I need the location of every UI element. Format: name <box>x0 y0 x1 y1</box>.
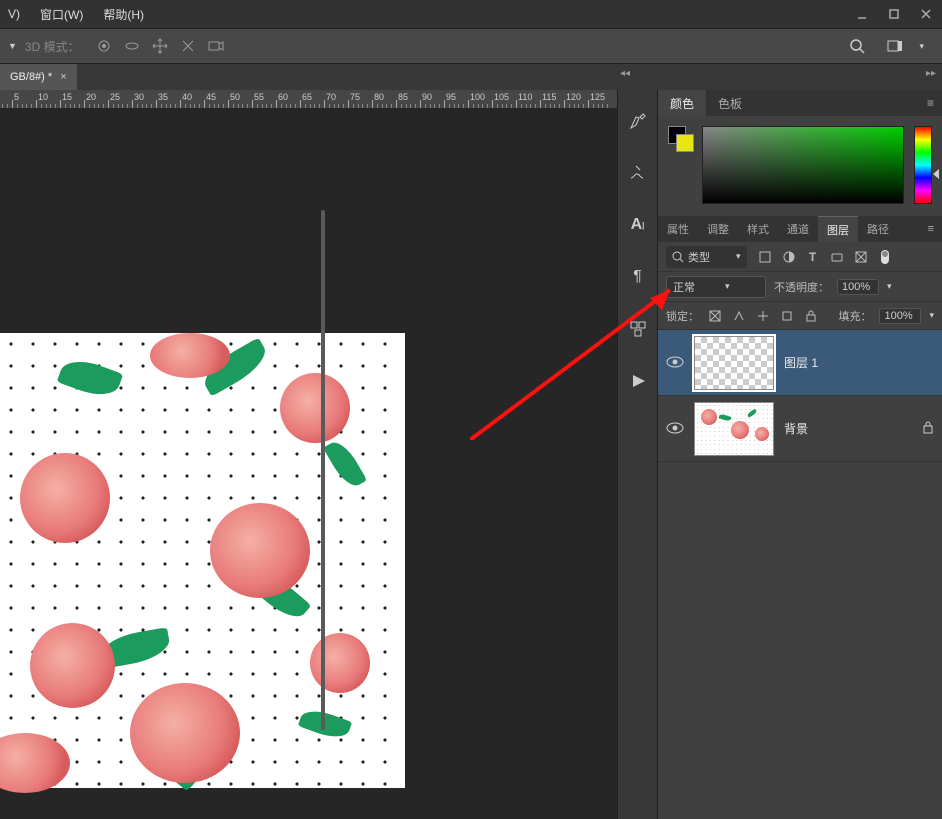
lock-paint-icon[interactable] <box>731 308 747 324</box>
lock-label: 锁定： <box>666 308 699 324</box>
filter-smart-icon[interactable] <box>853 249 869 265</box>
tool-preset-icon[interactable] <box>627 318 649 340</box>
layer-type-filter[interactable]: ▾ <box>666 246 747 268</box>
camera-icon[interactable] <box>206 36 226 56</box>
layer-name[interactable]: 图层 1 <box>784 354 818 371</box>
search-icon[interactable] <box>847 36 867 56</box>
document-tab[interactable]: GB/8#) * × <box>0 64 77 90</box>
menu-bar: V) 窗口(W) 帮助(H) <box>0 0 942 28</box>
blend-mode-select[interactable]: 正常 ▾ <box>666 276 766 298</box>
workspace-icon[interactable] <box>885 36 905 56</box>
panel-menu-icon[interactable]: ≡ <box>927 96 942 110</box>
layer-blend-bar: 正常 ▾ 不透明度： 100% ▾ <box>658 272 942 302</box>
rotate-icon[interactable] <box>122 36 142 56</box>
tab-close-icon[interactable]: × <box>60 71 66 83</box>
layer-lock-bar: 锁定： 填充： 100% ▾ <box>658 302 942 330</box>
color-panel-tabs: 颜色 色板 ≡ <box>658 90 942 116</box>
option-bar: ▼ 3D 模式： ▾ <box>0 28 942 64</box>
layer-row[interactable]: 图层 1 <box>658 330 942 396</box>
vertical-scrollbar[interactable] <box>321 210 325 730</box>
brush-settings-icon[interactable] <box>627 162 649 184</box>
panel-menu-icon[interactable]: ≡ <box>928 223 942 235</box>
character-panel-icon[interactable]: A| <box>627 214 649 236</box>
play-panel-icon[interactable] <box>627 370 649 392</box>
chevron-down-icon[interactable]: ▼ <box>8 41 17 51</box>
layers-list: 图层 1 背景 <box>658 330 942 819</box>
brush-panel-icon[interactable] <box>627 110 649 132</box>
collapse-arrows-icon[interactable]: ▸▸ <box>926 68 936 79</box>
paragraph-panel-icon[interactable]: ¶ <box>627 266 649 288</box>
maximize-button[interactable] <box>878 0 910 28</box>
right-panel: 颜色 色板 ≡ 属性 调整 样式 通道 图层 路径 ≡ <box>657 90 942 819</box>
collapse-arrows-icon[interactable]: ◂◂ <box>620 68 630 79</box>
opacity-label: 不透明度： <box>774 279 829 295</box>
fill-input[interactable]: 100% <box>879 308 921 324</box>
layer-filter-input[interactable] <box>688 251 732 263</box>
tab-layers[interactable]: 图层 <box>818 216 858 242</box>
orbit-icon[interactable] <box>94 36 114 56</box>
chevron-down-icon[interactable]: ▾ <box>887 281 892 292</box>
blend-mode-value: 正常 <box>673 279 695 295</box>
filter-toggle-icon[interactable] <box>877 249 893 265</box>
lock-all-icon[interactable] <box>803 308 819 324</box>
window-controls <box>846 0 942 28</box>
chevron-down-icon: ▾ <box>725 281 730 292</box>
tab-swatches[interactable]: 色板 <box>706 90 754 116</box>
canvas-area: 0510152025303540455055606570758085909510… <box>0 90 617 819</box>
canvas[interactable] <box>0 333 405 788</box>
visibility-toggle-icon[interactable] <box>666 421 684 437</box>
color-swatch[interactable] <box>668 126 692 150</box>
lock-icon <box>922 420 934 437</box>
layer-filter-icons: T <box>757 249 893 265</box>
workspace: 0510152025303540455055606570758085909510… <box>0 90 942 819</box>
pan-icon[interactable] <box>150 36 170 56</box>
hue-slider[interactable] <box>914 126 932 204</box>
mode3d-label: 3D 模式： <box>25 38 80 55</box>
menu-window[interactable]: 窗口(W) <box>40 6 83 23</box>
collapsed-panel: A| ¶ <box>617 90 657 819</box>
layer-panel-tabs: 属性 调整 样式 通道 图层 路径 ≡ <box>658 216 942 242</box>
canvas-image <box>0 333 405 788</box>
horizontal-ruler: 0510152025303540455055606570758085909510… <box>0 90 617 108</box>
tab-channels[interactable]: 通道 <box>778 216 818 242</box>
document-tab-bar: GB/8#) * × ◂◂ ▸▸ <box>0 64 942 90</box>
chevron-down-icon[interactable]: ▾ <box>919 41 924 52</box>
visibility-toggle-icon[interactable] <box>666 355 684 371</box>
chevron-down-icon[interactable]: ▾ <box>736 251 741 262</box>
layer-thumbnail[interactable] <box>694 402 774 456</box>
filter-adjust-icon[interactable] <box>781 249 797 265</box>
filter-type-icon[interactable]: T <box>805 249 821 265</box>
color-picker <box>658 116 942 216</box>
filter-shape-icon[interactable] <box>829 249 845 265</box>
lock-position-icon[interactable] <box>755 308 771 324</box>
tab-color[interactable]: 颜色 <box>658 90 706 116</box>
chevron-down-icon[interactable]: ▾ <box>929 310 934 321</box>
filter-pixel-icon[interactable] <box>757 249 773 265</box>
color-field[interactable] <box>702 126 904 204</box>
hue-marker-icon[interactable] <box>933 169 939 179</box>
layer-filter-bar: ▾ T <box>658 242 942 272</box>
menu-help[interactable]: 帮助(H) <box>103 6 144 23</box>
lock-pixels-icon[interactable] <box>707 308 723 324</box>
layer-thumbnail[interactable] <box>694 336 774 390</box>
opacity-input[interactable]: 100% <box>837 279 879 295</box>
fill-label: 填充： <box>838 308 871 324</box>
document-tab-title: GB/8#) * <box>10 71 52 83</box>
minimize-button[interactable] <box>846 0 878 28</box>
tab-paths[interactable]: 路径 <box>858 216 898 242</box>
close-button[interactable] <box>910 0 942 28</box>
tab-styles[interactable]: 样式 <box>738 216 778 242</box>
lock-transform-icon[interactable] <box>779 308 795 324</box>
layer-row[interactable]: 背景 <box>658 396 942 462</box>
foreground-color-swatch[interactable] <box>676 134 694 152</box>
tab-properties[interactable]: 属性 <box>658 216 698 242</box>
tab-adjustments[interactable]: 调整 <box>698 216 738 242</box>
slide-icon[interactable] <box>178 36 198 56</box>
search-icon <box>672 251 684 263</box>
menu-view[interactable]: V) <box>8 7 20 21</box>
layer-name[interactable]: 背景 <box>784 420 808 437</box>
